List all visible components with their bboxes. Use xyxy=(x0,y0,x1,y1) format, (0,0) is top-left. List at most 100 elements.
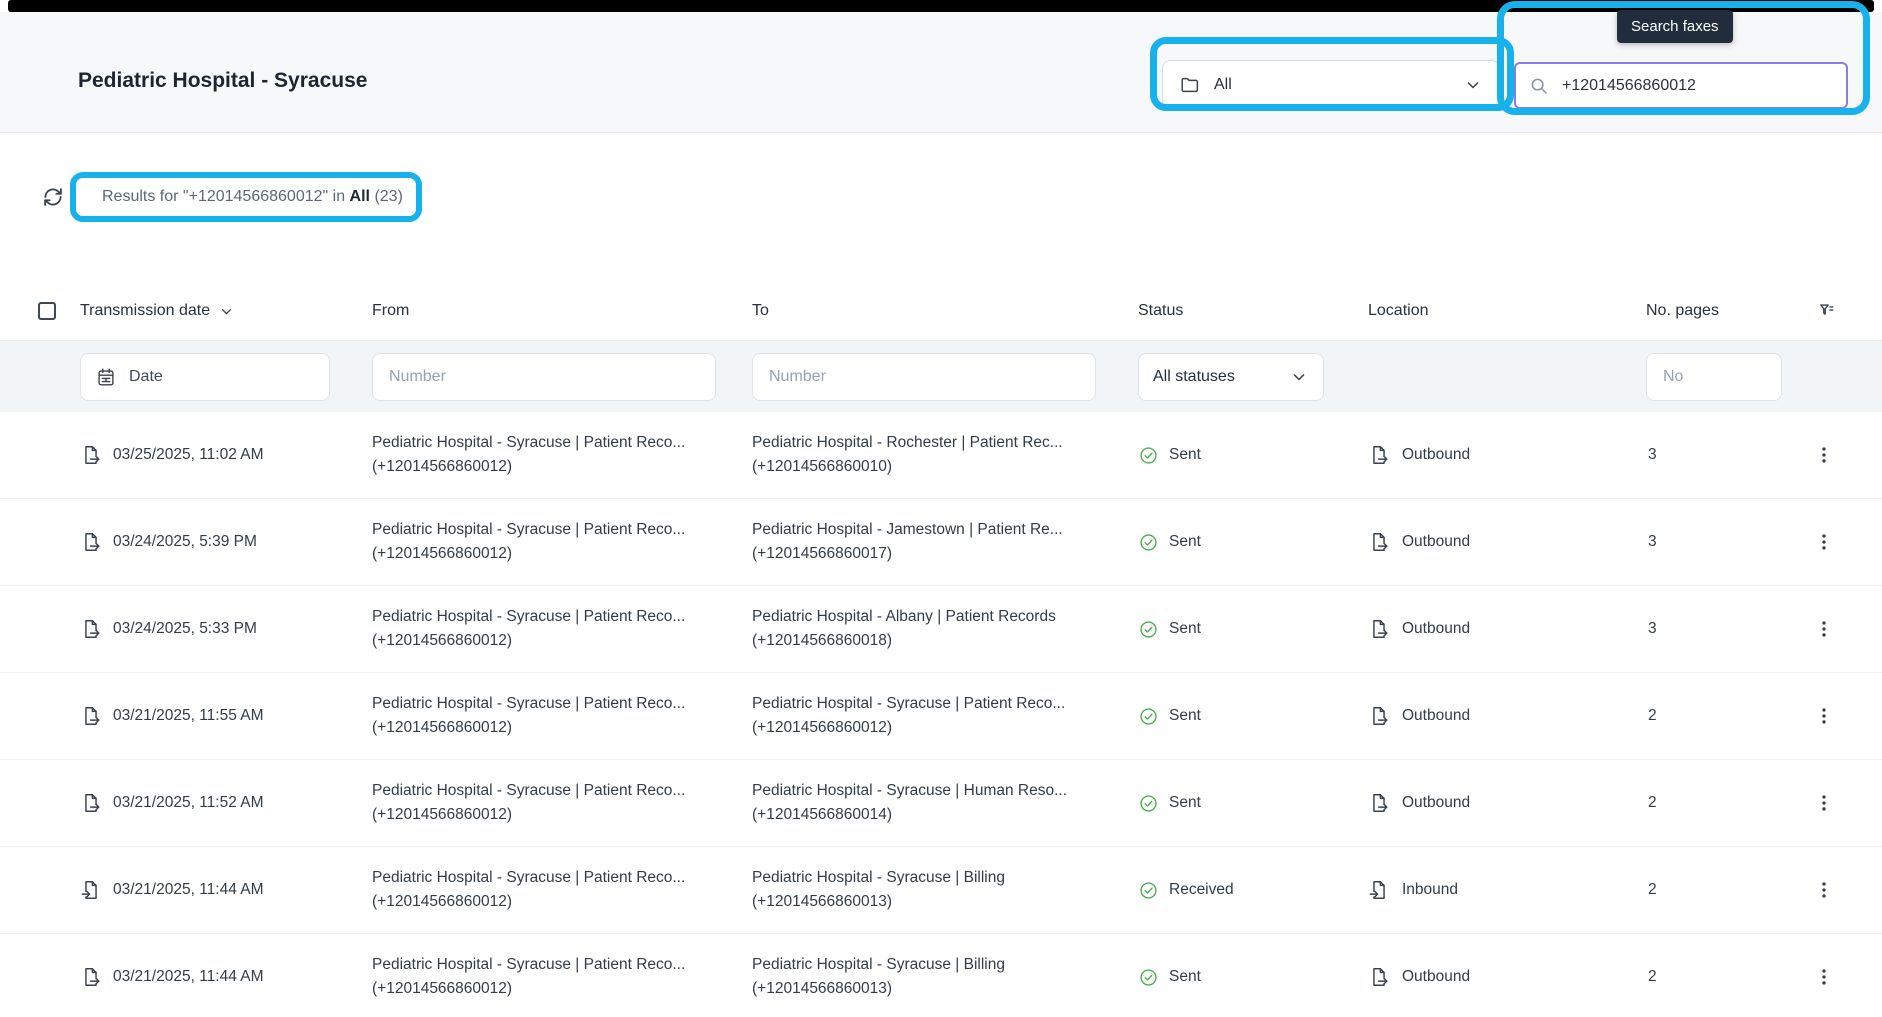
to-name: Pediatric Hospital - Syracuse | Billing xyxy=(752,866,1138,890)
from-number-filter-wrap xyxy=(372,353,716,401)
from-cell: Pediatric Hospital - Syracuse | Patient … xyxy=(372,431,752,479)
location-label: Inbound xyxy=(1402,881,1458,899)
fax-app-screen: Pediatric Hospital - Syracuse All Search… xyxy=(0,0,1882,1017)
from-name: Pediatric Hospital - Syracuse | Patient … xyxy=(372,605,752,629)
location-label: Outbound xyxy=(1402,794,1470,812)
status-label: Sent xyxy=(1169,707,1201,725)
location-label: Outbound xyxy=(1402,533,1470,551)
status-cell: Sent xyxy=(1138,793,1368,814)
search-input[interactable] xyxy=(1560,76,1834,96)
table-row[interactable]: 03/24/2025, 5:39 PM Pediatric Hospital -… xyxy=(0,499,1882,586)
from-cell: Pediatric Hospital - Syracuse | Patient … xyxy=(372,692,752,740)
pages-cell: 2 xyxy=(1646,794,1796,812)
to-name: Pediatric Hospital - Jamestown | Patient… xyxy=(752,518,1138,542)
table-row[interactable]: 03/21/2025, 11:52 AM Pediatric Hospital … xyxy=(0,760,1882,847)
transmission-date: 03/21/2025, 11:44 AM xyxy=(113,968,264,986)
direction-icon xyxy=(80,966,102,988)
status-cell: Received xyxy=(1138,880,1368,901)
search-tooltip: Search faxes xyxy=(1617,10,1733,43)
row-menu-button[interactable] xyxy=(1810,876,1838,904)
pages-cell: 3 xyxy=(1646,446,1796,464)
column-header-transmission-date[interactable]: Transmission date xyxy=(80,302,372,320)
from-number: (+12014566860012) xyxy=(372,890,752,914)
from-cell: Pediatric Hospital - Syracuse | Patient … xyxy=(372,866,752,914)
to-name: Pediatric Hospital - Rochester | Patient… xyxy=(752,431,1138,455)
folder-icon xyxy=(1179,74,1201,96)
status-label: Sent xyxy=(1169,968,1201,986)
table-body: 03/25/2025, 11:02 AM Pediatric Hospital … xyxy=(0,412,1882,1017)
to-cell: Pediatric Hospital - Syracuse | Billing … xyxy=(752,866,1138,914)
to-name: Pediatric Hospital - Syracuse | Patient … xyxy=(752,692,1138,716)
from-name: Pediatric Hospital - Syracuse | Patient … xyxy=(372,518,752,542)
status-check-icon xyxy=(1138,793,1159,814)
kebab-icon xyxy=(1813,792,1835,814)
row-menu-button[interactable] xyxy=(1810,789,1838,817)
transmission-date: 03/21/2025, 11:52 AM xyxy=(113,794,264,812)
from-name: Pediatric Hospital - Syracuse | Patient … xyxy=(372,953,752,977)
status-cell: Sent xyxy=(1138,532,1368,553)
to-number: (+12014566860012) xyxy=(752,716,1138,740)
direction-icon xyxy=(80,531,102,553)
refresh-icon[interactable] xyxy=(40,184,66,210)
kebab-icon xyxy=(1813,618,1835,640)
to-cell: Pediatric Hospital - Albany | Patient Re… xyxy=(752,605,1138,653)
direction-icon xyxy=(1368,966,1390,988)
to-cell: Pediatric Hospital - Jamestown | Patient… xyxy=(752,518,1138,566)
status-check-icon xyxy=(1138,445,1159,466)
from-number: (+12014566860012) xyxy=(372,629,752,653)
pages-cell: 2 xyxy=(1646,881,1796,899)
table-row[interactable]: 03/21/2025, 11:55 AM Pediatric Hospital … xyxy=(0,673,1882,760)
direction-icon xyxy=(1368,792,1390,814)
status-cell: Sent xyxy=(1138,445,1368,466)
transmission-date: 03/21/2025, 11:44 AM xyxy=(113,881,264,899)
table-header-row: Transmission date From To Status Locatio… xyxy=(0,282,1882,340)
pages-filter[interactable] xyxy=(1661,367,1767,387)
row-menu-button[interactable] xyxy=(1810,963,1838,991)
pages-cell: 3 xyxy=(1646,620,1796,638)
status-label: Sent xyxy=(1169,620,1201,638)
direction-icon xyxy=(80,444,102,466)
table-row[interactable]: 03/21/2025, 11:44 AM Pediatric Hospital … xyxy=(0,847,1882,934)
from-number: (+12014566860012) xyxy=(372,542,752,566)
table-row[interactable]: 03/21/2025, 11:44 AM Pediatric Hospital … xyxy=(0,934,1882,1017)
select-all-checkbox[interactable] xyxy=(38,302,56,320)
location-label: Outbound xyxy=(1402,620,1470,638)
location-cell: Outbound xyxy=(1368,705,1646,727)
folder-filter-dropdown[interactable]: All xyxy=(1162,60,1500,110)
pages-cell: 3 xyxy=(1646,533,1796,551)
location-cell: Inbound xyxy=(1368,879,1646,901)
row-menu-button[interactable] xyxy=(1810,528,1838,556)
kebab-icon xyxy=(1813,531,1835,553)
row-menu-button[interactable] xyxy=(1810,441,1838,469)
results-bar: Results for "+12014566860012" in All (23… xyxy=(40,184,403,210)
location-label: Outbound xyxy=(1402,968,1470,986)
status-check-icon xyxy=(1138,706,1159,727)
filter-list-icon[interactable] xyxy=(1813,300,1835,322)
direction-icon xyxy=(80,792,102,814)
column-header-status: Status xyxy=(1138,302,1368,320)
to-cell: Pediatric Hospital - Syracuse | Patient … xyxy=(752,692,1138,740)
row-menu-button[interactable] xyxy=(1810,615,1838,643)
table-row[interactable]: 03/25/2025, 11:02 AM Pediatric Hospital … xyxy=(0,412,1882,499)
kebab-icon xyxy=(1813,444,1835,466)
from-number-filter[interactable] xyxy=(387,367,701,387)
direction-icon xyxy=(1368,618,1390,640)
page-title: Pediatric Hospital - Syracuse xyxy=(78,69,367,93)
status-label: Sent xyxy=(1169,446,1201,464)
date-filter[interactable]: Date xyxy=(80,353,330,401)
status-check-icon xyxy=(1138,880,1159,901)
column-header-to: To xyxy=(752,302,1138,320)
from-cell: Pediatric Hospital - Syracuse | Patient … xyxy=(372,605,752,653)
from-name: Pediatric Hospital - Syracuse | Patient … xyxy=(372,431,752,455)
location-cell: Outbound xyxy=(1368,792,1646,814)
status-check-icon xyxy=(1138,619,1159,640)
to-name: Pediatric Hospital - Albany | Patient Re… xyxy=(752,605,1138,629)
from-cell: Pediatric Hospital - Syracuse | Patient … xyxy=(372,953,752,1001)
to-number-filter[interactable] xyxy=(767,367,1081,387)
window-top-edge xyxy=(8,0,1874,12)
transmission-date: 03/21/2025, 11:55 AM xyxy=(113,707,264,725)
folder-filter-value: All xyxy=(1214,76,1232,94)
table-row[interactable]: 03/24/2025, 5:33 PM Pediatric Hospital -… xyxy=(0,586,1882,673)
status-filter-dropdown[interactable]: All statuses xyxy=(1138,353,1324,401)
row-menu-button[interactable] xyxy=(1810,702,1838,730)
